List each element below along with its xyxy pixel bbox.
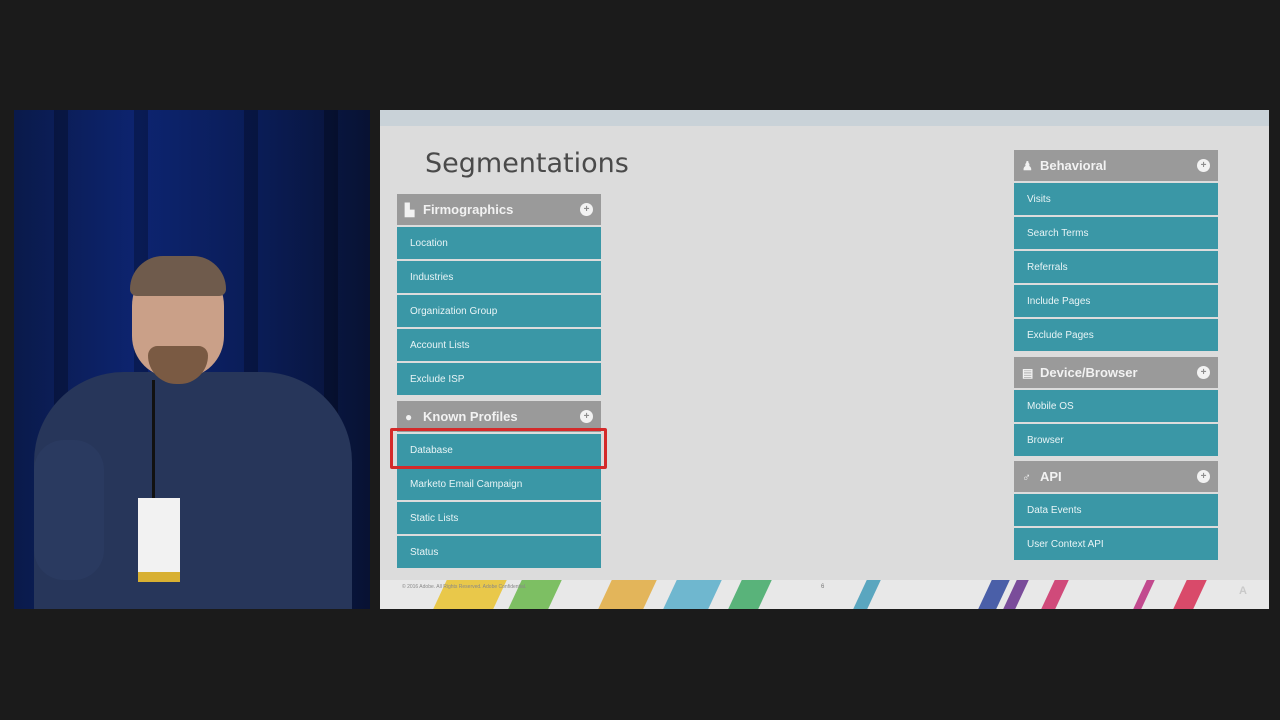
lanyard [152,380,155,498]
group-title: API [1040,469,1062,484]
building-icon: ▙ [405,202,415,217]
group-api: ♂ API + Data Events User Context API [1014,461,1218,562]
segment-item-user-context-api[interactable]: User Context API [1014,528,1218,560]
footer-stripe [663,580,722,609]
plug-icon: ♂ [1022,469,1031,484]
footer-stripe [1041,580,1069,609]
slide-title: Segmentations [425,148,629,179]
conference-frame: Segmentations ▙ Firmographics + Location… [0,0,1280,720]
segment-item-marketo-email-campaign[interactable]: Marketo Email Campaign [397,468,601,500]
group-title: Device/Browser [1040,365,1138,380]
segment-item-organization-group[interactable]: Organization Group [397,295,601,327]
browser-icon: ▤ [1022,365,1034,380]
segment-item-account-lists[interactable]: Account Lists [397,329,601,361]
group-firmographics: ▙ Firmographics + Location Industries Or… [397,194,601,397]
footer-stripe [1173,580,1207,609]
adobe-logo: A [1239,585,1247,597]
presenter-hair [130,256,226,296]
segment-item-mobile-os[interactable]: Mobile OS [1014,390,1218,422]
footer-stripe [598,580,657,609]
segment-item-exclude-isp[interactable]: Exclude ISP [397,363,601,395]
segment-item-exclude-pages[interactable]: Exclude Pages [1014,319,1218,351]
add-icon[interactable]: + [1197,470,1210,483]
group-header-api[interactable]: ♂ API + [1014,461,1218,492]
footer-stripe [1133,580,1155,609]
footer-stripe [853,580,881,609]
group-behavioral: ♟ Behavioral + Visits Search Terms Refer… [1014,150,1218,353]
footer-stripe [728,580,772,609]
people-icon: ♟ [1022,158,1033,173]
segment-item-data-events[interactable]: Data Events [1014,494,1218,526]
add-icon[interactable]: + [1197,366,1210,379]
group-title: Known Profiles [423,409,518,424]
add-icon[interactable]: + [1197,159,1210,172]
slide-page-number: 6 [821,584,825,590]
segment-item-referrals[interactable]: Referrals [1014,251,1218,283]
segment-item-industries[interactable]: Industries [397,261,601,293]
segment-item-location[interactable]: Location [397,227,601,259]
group-header-firmographics[interactable]: ▙ Firmographics + [397,194,601,225]
group-header-behavioral[interactable]: ♟ Behavioral + [1014,150,1218,181]
group-header-device-browser[interactable]: ▤ Device/Browser + [1014,357,1218,388]
conference-badge [138,498,180,582]
copyright-text: © 2016 Adobe. All Rights Reserved. Adobe… [402,584,527,590]
segment-item-static-lists[interactable]: Static Lists [397,502,601,534]
person-icon: ● [405,409,413,424]
add-icon[interactable]: + [580,410,593,423]
slide-top-bar [380,110,1269,126]
group-device-browser: ▤ Device/Browser + Mobile OS Browser [1014,357,1218,458]
group-title: Firmographics [423,202,514,217]
segment-item-search-terms[interactable]: Search Terms [1014,217,1218,249]
presenter-video [14,110,370,609]
highlight-box-database [390,428,607,469]
presentation-slide: Segmentations ▙ Firmographics + Location… [380,110,1269,609]
segment-item-status[interactable]: Status [397,536,601,568]
presenter-arm [34,440,104,580]
group-title: Behavioral [1040,158,1107,173]
segment-item-browser[interactable]: Browser [1014,424,1218,456]
segment-item-include-pages[interactable]: Include Pages [1014,285,1218,317]
add-icon[interactable]: + [580,203,593,216]
segment-item-visits[interactable]: Visits [1014,183,1218,215]
slide-footer: © 2016 Adobe. All Rights Reserved. Adobe… [380,580,1269,609]
group-known-profiles: ● Known Profiles + Database Marketo Emai… [397,401,601,570]
